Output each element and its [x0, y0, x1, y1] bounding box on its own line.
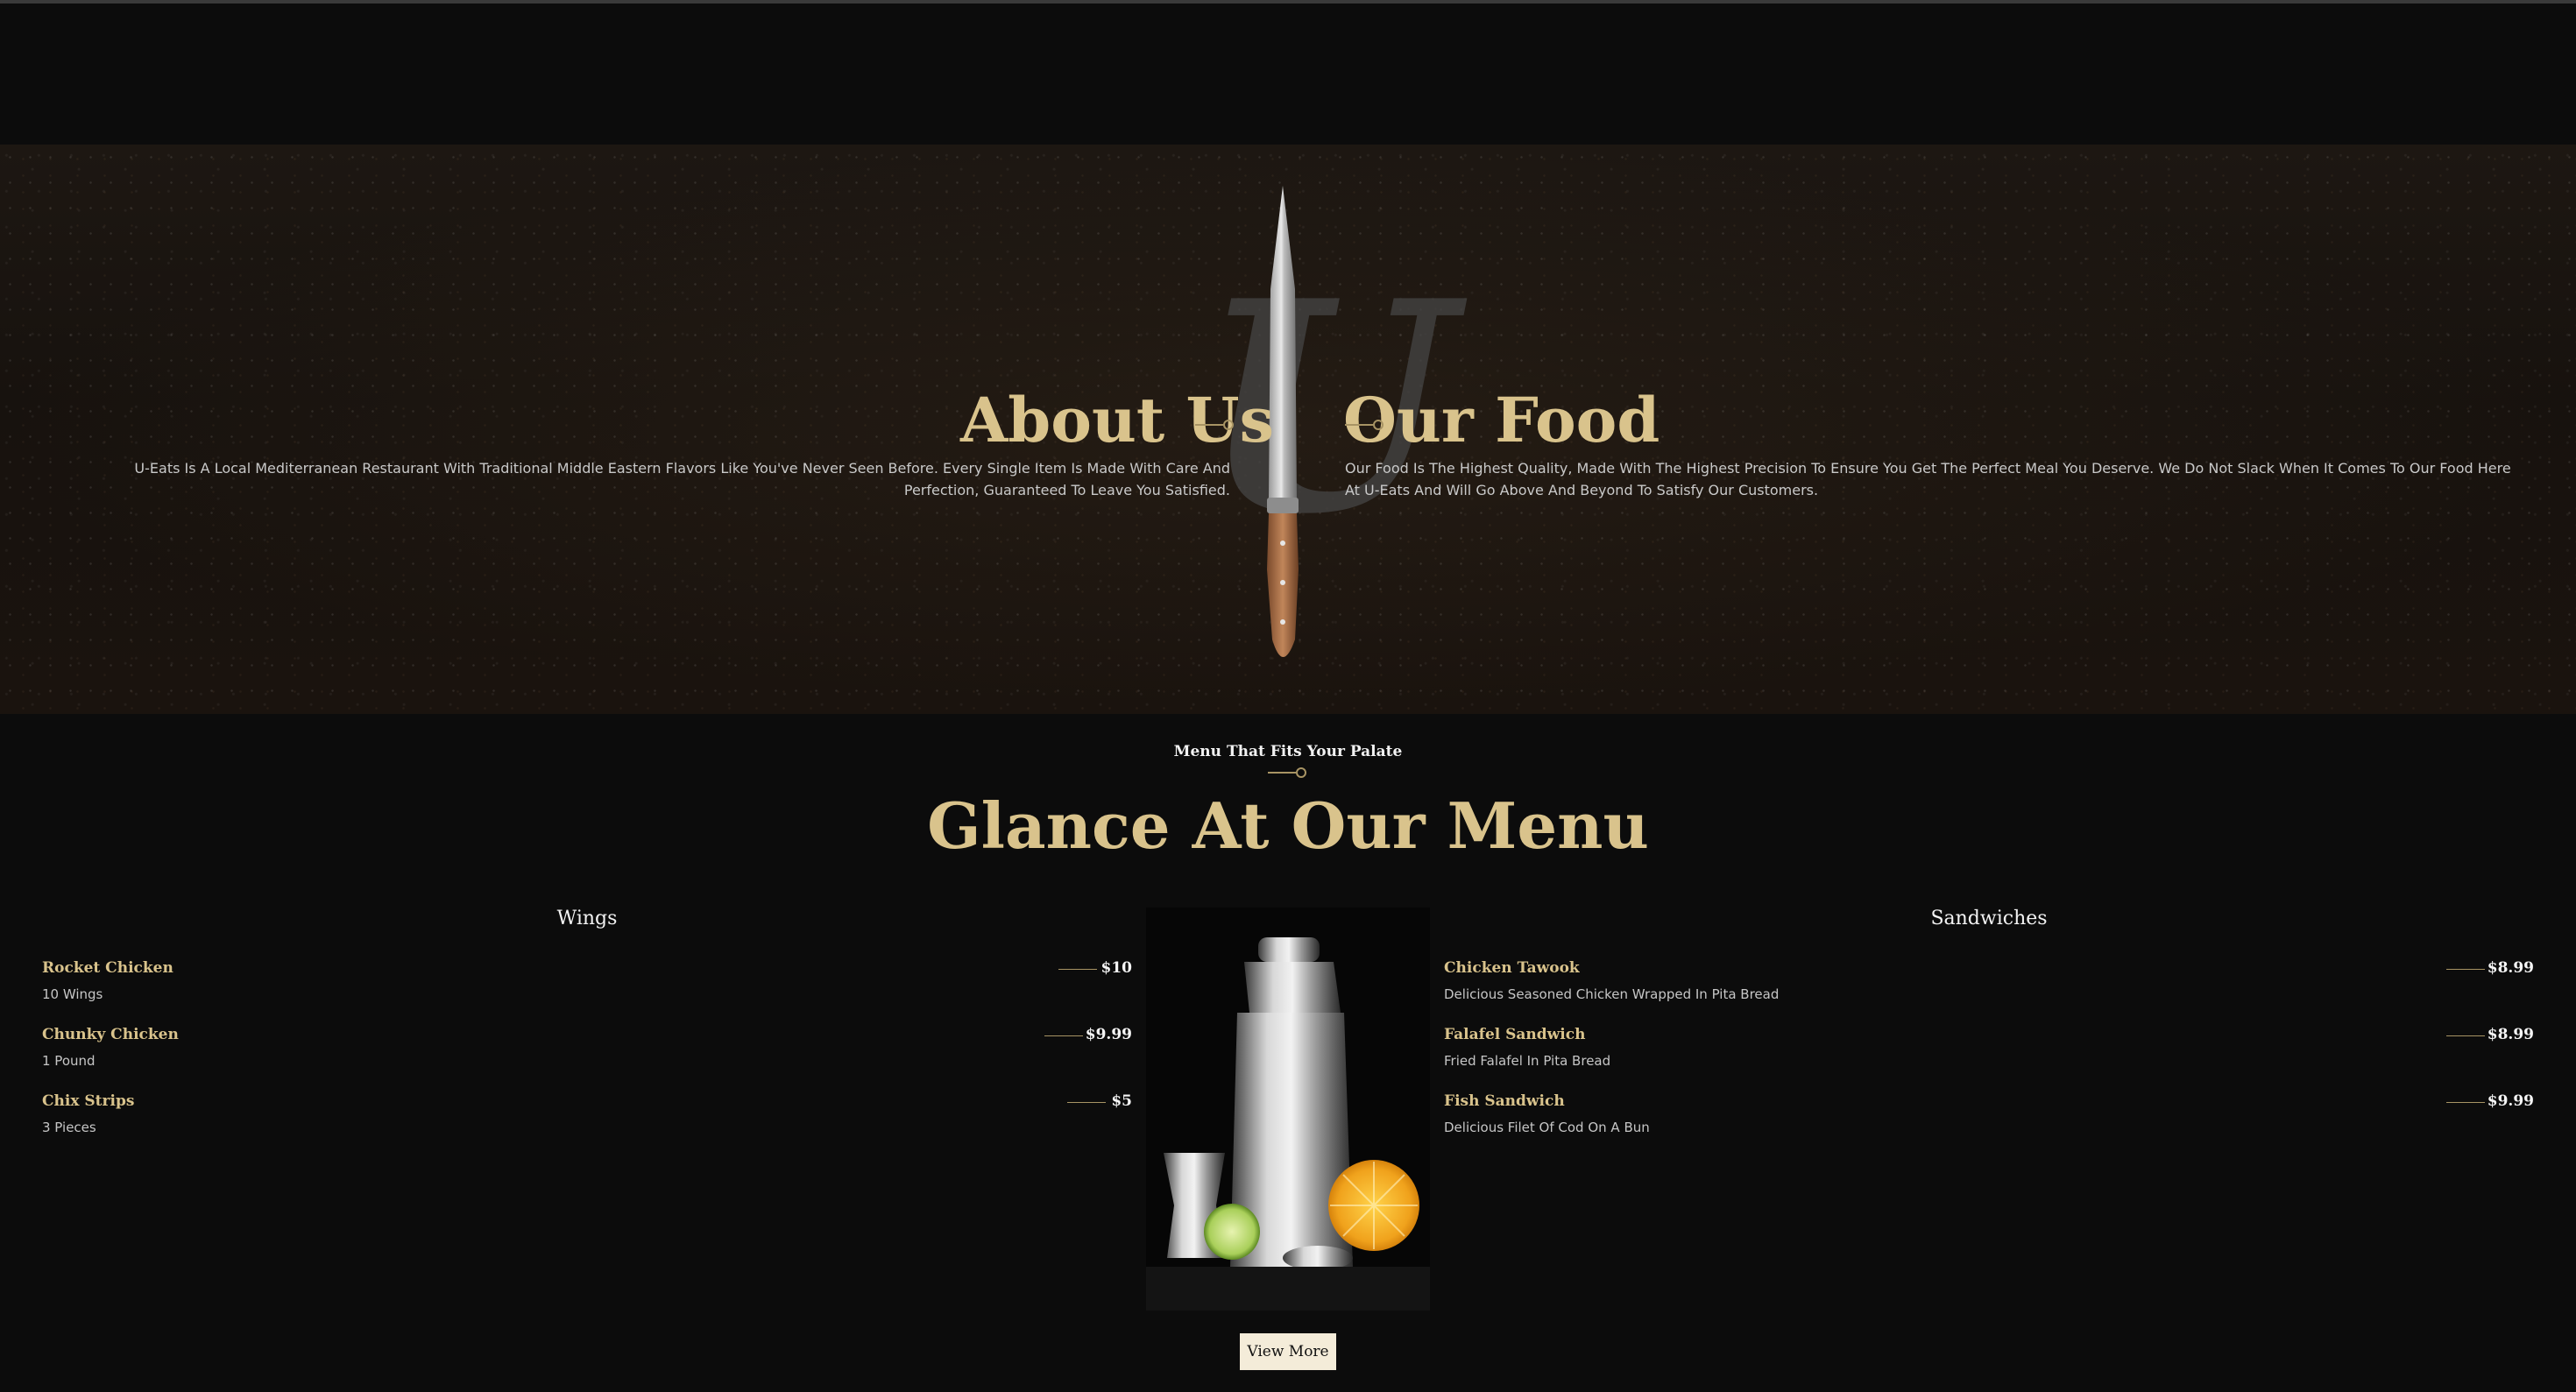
food-divider-ornament: [1345, 420, 1384, 430]
food-heading: Our Food: [1343, 384, 1660, 457]
sandwiches-column-title: Sandwiches: [1930, 908, 2048, 929]
menu-kicker: Menu That Fits Your Palate: [1173, 743, 1403, 760]
item-description: 1 Pound: [42, 1053, 96, 1069]
menu-title: Glance At Our Menu: [927, 788, 1649, 863]
item-description: 3 Pieces: [42, 1120, 96, 1135]
item-description: Delicious Filet Of Cod On A Bun: [1444, 1120, 1650, 1135]
item-price: $5: [1111, 1092, 1132, 1110]
price-leader-line: [2446, 1035, 2485, 1036]
price-leader-line: [2446, 969, 2485, 970]
item-name: Chix Strips: [42, 1092, 135, 1110]
item-name: Chicken Tawook: [1444, 959, 1580, 977]
about-text: U-Eats Is A Local Mediterranean Restaura…: [134, 460, 1230, 498]
menu-item-chunky-chicken[interactable]: Chunky Chicken 1 Pound $9.99: [42, 1026, 1132, 1078]
item-name: Falafel Sandwich: [1444, 1026, 1586, 1043]
item-price: $9.99: [1085, 1026, 1132, 1043]
menu-item-falafel-sandwich[interactable]: Falafel Sandwich Fried Falafel In Pita B…: [1444, 1026, 2534, 1078]
menu-item-chicken-tawook[interactable]: Chicken Tawook Delicious Seasoned Chicke…: [1444, 959, 2534, 1012]
price-leader-line: [2446, 1102, 2485, 1103]
view-more-button[interactable]: View More: [1240, 1333, 1336, 1370]
menu-item-fish-sandwich[interactable]: Fish Sandwich Delicious Filet Of Cod On …: [1444, 1092, 2534, 1145]
item-price: $8.99: [2487, 1026, 2534, 1043]
price-leader-line: [1044, 1035, 1083, 1036]
item-description: 10 Wings: [42, 986, 103, 1002]
item-name: Chunky Chicken: [42, 1026, 179, 1043]
item-description: Delicious Seasoned Chicken Wrapped In Pi…: [1444, 986, 1780, 1002]
item-name: Fish Sandwich: [1444, 1092, 1565, 1110]
menu-item-rocket-chicken[interactable]: Rocket Chicken 10 Wings $10: [42, 959, 1132, 1012]
cocktail-shaker-image: [1146, 908, 1430, 1311]
item-name: Rocket Chicken: [42, 959, 173, 977]
top-rule: [0, 0, 2576, 4]
food-text: Our Food Is The Highest Quality, Made Wi…: [1345, 460, 2511, 498]
menu-item-chix-strips[interactable]: Chix Strips 3 Pieces $5: [42, 1092, 1132, 1145]
cocktail-shaker-illustration: [1146, 908, 1430, 1311]
price-leader-line: [1058, 969, 1097, 970]
about-divider-ornament: [1195, 420, 1234, 430]
item-description: Fried Falafel In Pita Bread: [1444, 1053, 1611, 1069]
item-price: $8.99: [2487, 959, 2534, 977]
item-price: $10: [1100, 959, 1133, 977]
price-leader-line: [1067, 1102, 1106, 1103]
menu-divider-ornament: [1268, 767, 1306, 778]
item-price: $9.99: [2487, 1092, 2534, 1110]
wings-column-title: Wings: [556, 908, 618, 929]
